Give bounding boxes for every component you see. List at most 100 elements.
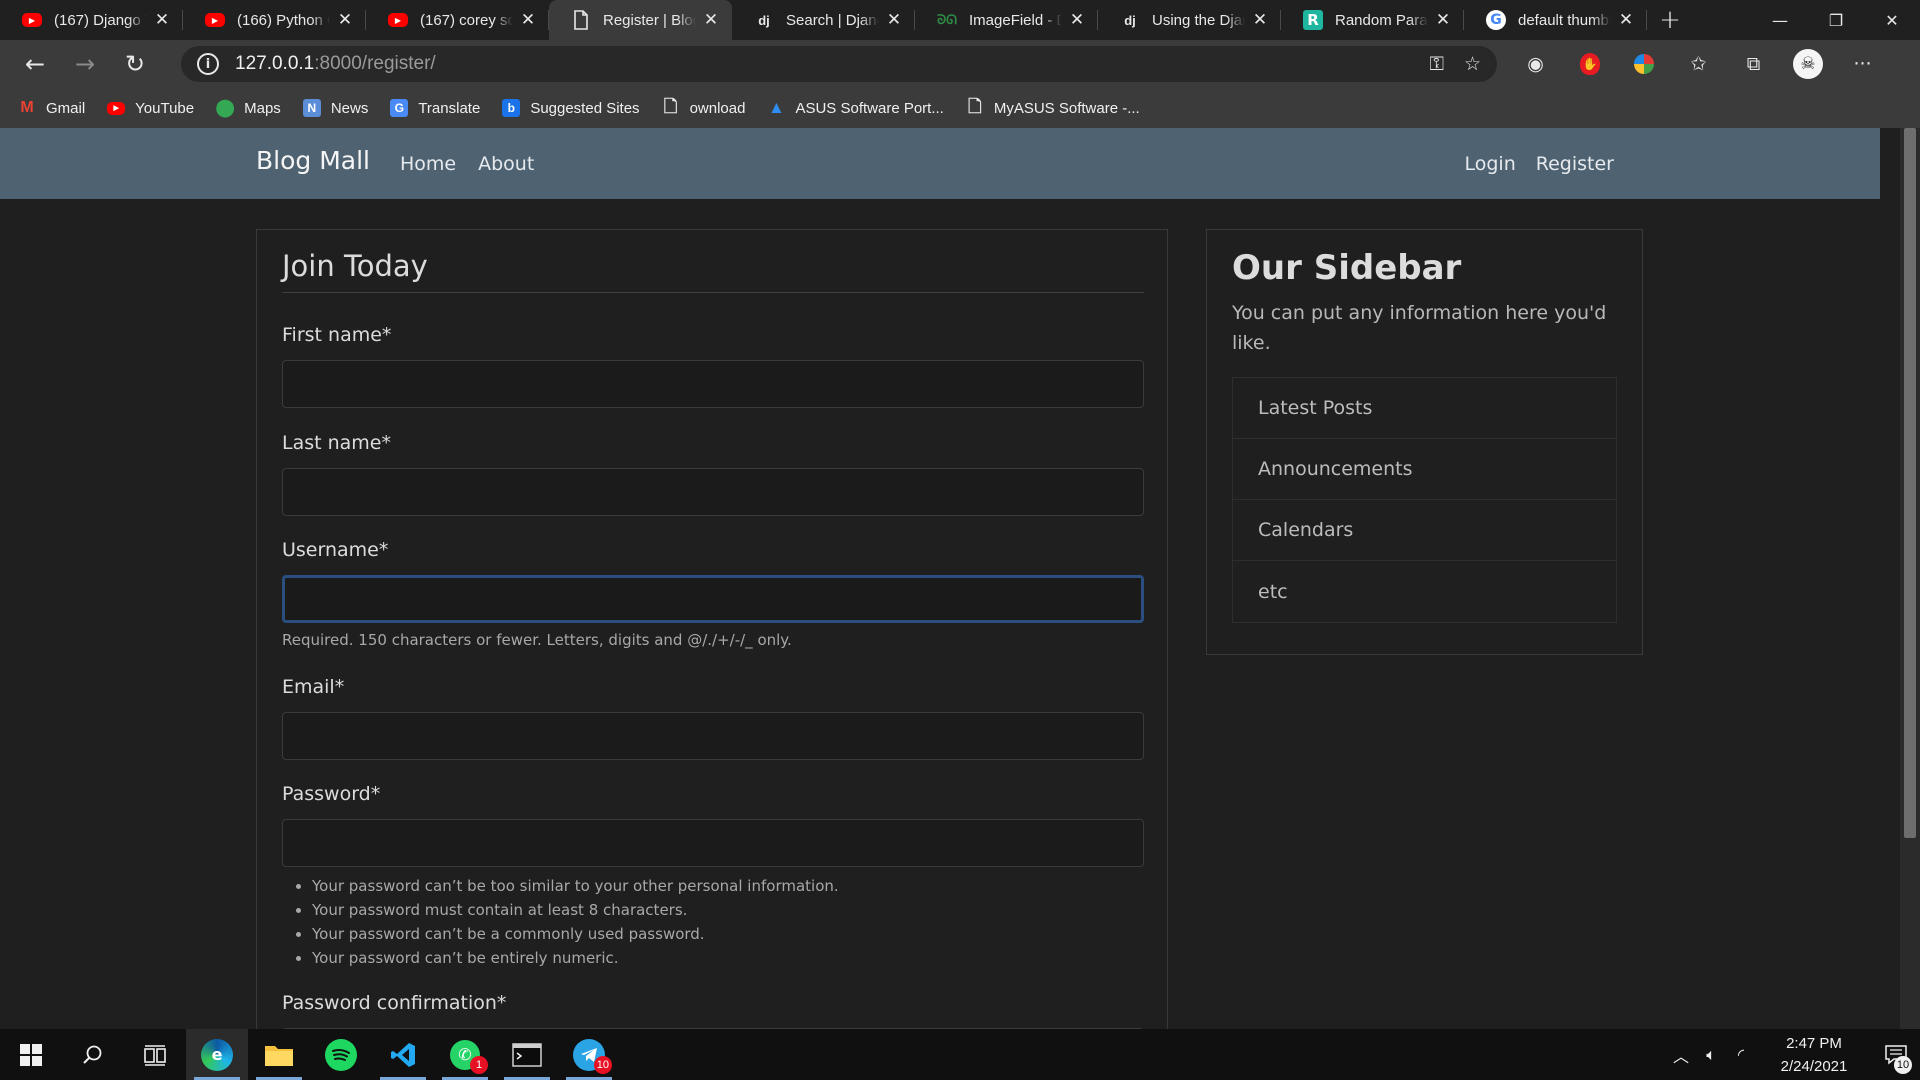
browser-tab[interactable]: ᘐᘏ ImageField - D ✕: [915, 0, 1098, 40]
profile-avatar-icon[interactable]: ☠: [1793, 49, 1823, 79]
username-input[interactable]: [282, 575, 1144, 623]
restore-icon[interactable]: ❐: [1808, 0, 1864, 40]
password-hints: Your password can’t be too similar to yo…: [312, 874, 839, 970]
news-icon: N: [302, 99, 321, 117]
password-confirmation-label: Password confirmation*: [282, 992, 507, 1014]
close-tab-icon[interactable]: ✕: [1249, 9, 1271, 31]
refresh-icon[interactable]: ↻: [110, 46, 160, 82]
gmail-icon: M: [20, 99, 34, 116]
tab-title: (167) corey sch: [420, 11, 513, 29]
last-name-input[interactable]: [282, 468, 1144, 516]
bookmark-gmail[interactable]: M Gmail: [18, 99, 85, 117]
scrollbar-thumb[interactable]: [1904, 128, 1916, 838]
bookmark-youtube[interactable]: ▶ YouTube: [107, 100, 194, 117]
address-bar[interactable]: i 127.0.0.1:8000/register/ ⚿ ☆: [181, 46, 1497, 82]
google-icon: G: [1486, 10, 1506, 30]
bookmark-translate[interactable]: G Translate: [390, 99, 480, 117]
collections-icon[interactable]: ⧉: [1726, 44, 1781, 84]
edge-browser-icon[interactable]: e: [186, 1029, 248, 1080]
new-tab-icon[interactable]: +: [1647, 0, 1693, 40]
more-icon[interactable]: ···: [1835, 44, 1890, 84]
password-input[interactable]: [282, 819, 1144, 867]
terminal-icon[interactable]: [496, 1029, 558, 1080]
sidebar-item-announcements[interactable]: Announcements: [1233, 439, 1616, 500]
email-input[interactable]: [282, 712, 1144, 760]
last-name-label: Last name*: [282, 432, 391, 454]
back-icon[interactable]: ←: [10, 46, 60, 82]
username-label: Username*: [282, 539, 389, 561]
first-name-input[interactable]: [282, 360, 1144, 408]
youtube-icon: ▶: [107, 101, 126, 115]
site-brand[interactable]: Blog Mall: [256, 146, 370, 175]
page-scrollbar[interactable]: [1900, 128, 1920, 1029]
start-button[interactable]: [0, 1029, 62, 1080]
close-tab-icon[interactable]: ✕: [1066, 9, 1088, 31]
tab-title: Using the Djan: [1152, 11, 1245, 29]
browser-tab[interactable]: ▶ (167) Django Tu ✕: [0, 0, 183, 40]
add-favorite-icon[interactable]: ☆: [1464, 53, 1481, 75]
extension-icon[interactable]: ◉: [1508, 44, 1563, 84]
page-icon: [571, 10, 591, 30]
close-window-icon[interactable]: ✕: [1864, 0, 1920, 40]
browser-tab[interactable]: ▶ (166) Python O ✕: [183, 0, 366, 40]
django-icon: dj: [758, 12, 770, 28]
show-hidden-icons-chevron-icon[interactable]: ︿: [1666, 1043, 1696, 1067]
close-tab-icon[interactable]: ✕: [517, 9, 539, 31]
volume-icon[interactable]: 🔈︎: [1696, 1045, 1726, 1065]
bookmark-maps[interactable]: ⬤ Maps: [215, 98, 281, 117]
web-page: Blog Mall Home About Login Register Join…: [0, 128, 1880, 1029]
nav-login-link[interactable]: Login: [1465, 153, 1516, 175]
close-tab-icon[interactable]: ✕: [151, 9, 173, 31]
wifi-icon[interactable]: ◜: [1726, 1045, 1756, 1064]
asus-icon: ▲: [768, 98, 785, 117]
close-tab-icon[interactable]: ✕: [883, 9, 905, 31]
bookmark-news[interactable]: N News: [302, 99, 368, 117]
browser-tab[interactable]: ▶ (167) corey sch ✕: [366, 0, 549, 40]
favorites-icon[interactable]: ✩: [1671, 44, 1726, 84]
sidebar-item-latest-posts[interactable]: Latest Posts: [1233, 378, 1616, 439]
maps-icon: ⬤: [215, 98, 235, 117]
browser-tab[interactable]: R Random Parag ✕: [1281, 0, 1464, 40]
spotify-icon[interactable]: [310, 1029, 372, 1080]
password-hint: Your password must contain at least 8 ch…: [312, 898, 839, 922]
forward-icon[interactable]: →: [60, 46, 110, 82]
bookmark-asus-portal[interactable]: ▲ ASUS Software Port...: [767, 98, 944, 117]
file-explorer-icon[interactable]: [248, 1029, 310, 1080]
close-tab-icon[interactable]: ✕: [700, 9, 722, 31]
browser-tab-active[interactable]: Register | Blog ✕: [549, 0, 732, 40]
key-icon[interactable]: ⚿: [1429, 53, 1443, 75]
close-tab-icon[interactable]: ✕: [1432, 9, 1454, 31]
windows-taskbar: e ✆ 1 10 ︿ 🔈︎ ◜ 2:47 PM 2/24/2021 10: [0, 1029, 1920, 1080]
minimize-icon[interactable]: —: [1752, 0, 1808, 40]
form-legend: Join Today: [282, 249, 1144, 293]
nav-about-link[interactable]: About: [478, 153, 534, 175]
close-tab-icon[interactable]: ✕: [334, 9, 356, 31]
close-tab-icon[interactable]: ✕: [1615, 9, 1637, 31]
sidebar-list: Latest Posts Announcements Calendars etc: [1232, 377, 1617, 623]
color-extension-icon[interactable]: [1634, 54, 1654, 74]
browser-tab[interactable]: dj Using the Djan ✕: [1098, 0, 1281, 40]
taskbar-clock[interactable]: 2:47 PM 2/24/2021: [1764, 1032, 1864, 1078]
nav-register-link[interactable]: Register: [1536, 153, 1614, 175]
site-info-icon[interactable]: i: [197, 53, 219, 75]
bookmark-label: MyASUS Software -...: [993, 99, 1140, 117]
sidebar-item-calendars[interactable]: Calendars: [1233, 500, 1616, 561]
bookmark-myasus[interactable]: 🗋 MyASUS Software -...: [966, 97, 1140, 117]
browser-tab[interactable]: G default thumbn ✕: [1464, 0, 1647, 40]
notification-center-icon[interactable]: 10: [1872, 1029, 1920, 1080]
browser-tab[interactable]: dj Search | Djang ✕: [732, 0, 915, 40]
vscode-icon[interactable]: [372, 1029, 434, 1080]
telegram-badge: 10: [593, 1056, 612, 1074]
sidebar-item-etc[interactable]: etc: [1233, 561, 1616, 622]
youtube-icon: ▶: [22, 13, 42, 27]
whatsapp-icon[interactable]: ✆ 1: [434, 1029, 496, 1080]
search-icon[interactable]: [62, 1029, 124, 1080]
browser-toolbar: ← → ↻ i 127.0.0.1:8000/register/ ⚿ ☆ ◉ ✋…: [0, 40, 1920, 88]
nav-home-link[interactable]: Home: [400, 153, 456, 175]
adblock-extension-icon[interactable]: ✋: [1580, 53, 1600, 75]
telegram-icon[interactable]: 10: [558, 1029, 620, 1080]
bookmark-suggested-sites[interactable]: b Suggested Sites: [502, 99, 640, 117]
task-view-icon[interactable]: [124, 1029, 186, 1080]
bookmark-ownload[interactable]: 🗋 ownload: [662, 97, 746, 117]
clock-date: 2/24/2021: [1780, 1057, 1848, 1075]
